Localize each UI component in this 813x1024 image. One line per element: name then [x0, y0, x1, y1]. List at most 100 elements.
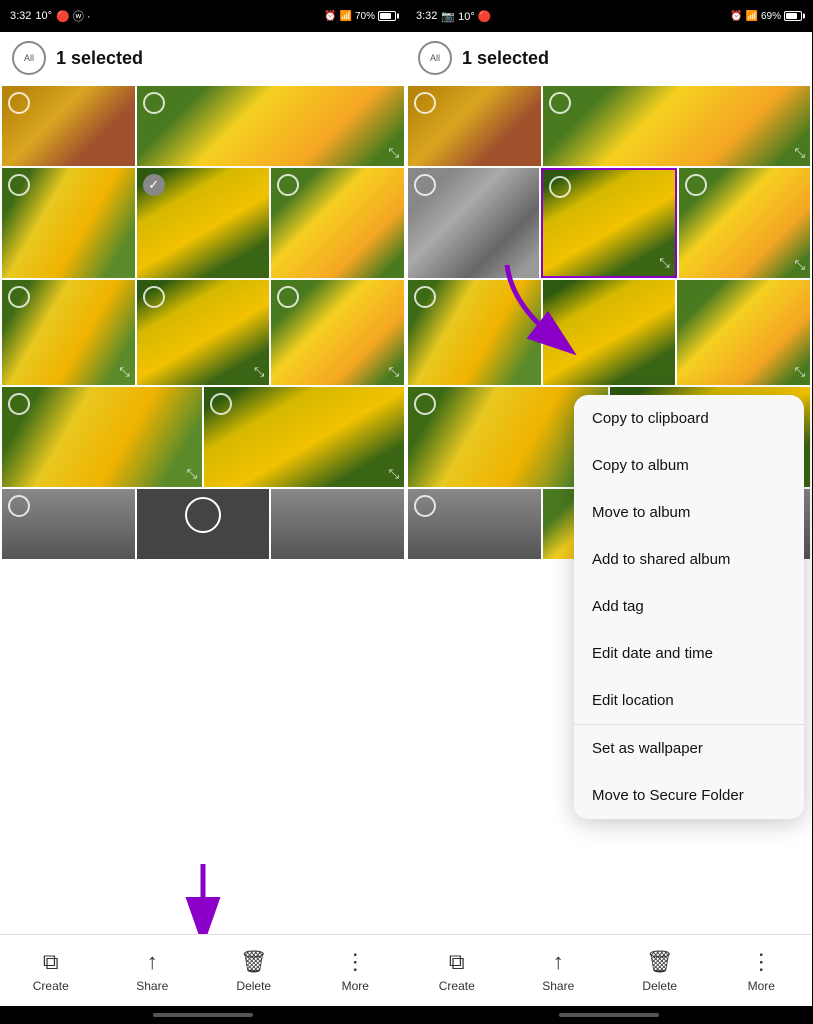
- photo-cell-3c[interactable]: ⤡: [271, 280, 404, 385]
- photo-cell-3b[interactable]: ⤡: [137, 280, 270, 385]
- bottom-nav-left: ⧉ Create ↑ Share 🗑 Delete ⋮ More: [0, 934, 406, 1006]
- menu-secure-folder[interactable]: Move to Secure Folder: [574, 772, 804, 819]
- select-2b[interactable]: ✓: [143, 174, 165, 196]
- select-2c[interactable]: [277, 174, 299, 196]
- selected-count-right: 1 selected: [462, 48, 549, 69]
- menu-copy-album[interactable]: Copy to album: [574, 442, 804, 489]
- menu-add-shared[interactable]: Add to shared album: [574, 536, 804, 583]
- delete-icon-right: 🗑: [646, 949, 674, 975]
- menu-move-album[interactable]: Move to album: [574, 489, 804, 536]
- wifi-icon-r: 📶: [746, 11, 758, 22]
- select-r2a[interactable]: [414, 174, 436, 196]
- time-right: 3:32: [416, 10, 437, 22]
- create-label-right: Create: [439, 979, 475, 993]
- nav-delete-right[interactable]: 🗑 Delete: [625, 949, 695, 993]
- photo-cell-r1b[interactable]: ⤡: [543, 86, 810, 166]
- menu-edit-location[interactable]: Edit location: [574, 677, 804, 724]
- select-r3a[interactable]: [414, 286, 436, 308]
- expand-4b: ⤡: [389, 466, 399, 482]
- battery-right: 69%: [761, 11, 781, 22]
- wifi-icon: 📶: [340, 11, 352, 22]
- nav-create-left[interactable]: ⧉ Create: [16, 949, 86, 993]
- select-3b[interactable]: [143, 286, 165, 308]
- share-icon-right: ↑: [553, 949, 564, 975]
- photo-cell-3a[interactable]: ⤡: [2, 280, 135, 385]
- right-panel: 3:32 📷 10° 🔴 ⏰ 📶 69% All 1 selected ⤡: [406, 0, 812, 1024]
- grid-row-3: ⤡ ⤡ ⤡: [2, 280, 404, 385]
- nav-share-left[interactable]: ↑ Share: [117, 949, 187, 993]
- select-r2c[interactable]: [685, 174, 707, 196]
- select-2a[interactable]: [8, 174, 30, 196]
- nav-delete-left[interactable]: 🗑 Delete: [219, 949, 289, 993]
- expand-r2c: ⤡: [795, 257, 805, 273]
- bottom-nav-right: ⧉ Create ↑ Share 🗑 Delete ⋮ More: [406, 934, 812, 1006]
- nav-create-right[interactable]: ⧉ Create: [422, 949, 492, 993]
- menu-copy-clipboard[interactable]: Copy to clipboard: [574, 395, 804, 442]
- create-icon-right: ⧉: [449, 949, 465, 975]
- photo-cell-5c[interactable]: [271, 489, 404, 559]
- photo-cell-5b[interactable]: [137, 489, 270, 559]
- delete-label-left: Delete: [236, 979, 271, 993]
- nav-more-left[interactable]: ⋮ More: [320, 949, 390, 993]
- select-4a[interactable]: [8, 393, 30, 415]
- more-label-left: More: [342, 979, 369, 993]
- photo-cell-2b[interactable]: ✓: [137, 168, 270, 278]
- photo-cell-r3a[interactable]: [408, 280, 541, 385]
- photo-cell-r2c[interactable]: ⤡: [679, 168, 810, 278]
- select-4b[interactable]: [210, 393, 232, 415]
- select-5b-circle[interactable]: [185, 497, 221, 533]
- delete-icon-left: 🗑: [240, 949, 268, 975]
- grid-row-1: ⤡: [2, 86, 404, 166]
- photo-cell-r1a[interactable]: [408, 86, 541, 166]
- photo-cell-2a[interactable]: [2, 168, 135, 278]
- select-r1a[interactable]: [414, 92, 436, 114]
- select-1b[interactable]: [143, 92, 165, 114]
- expand-3c: ⤡: [389, 364, 399, 380]
- notif-icons-right: 📷 10° 🔴: [441, 10, 491, 23]
- all-circle-right[interactable]: All: [418, 41, 452, 75]
- grid-row-r1: ⤡: [408, 86, 810, 166]
- menu-add-tag[interactable]: Add tag: [574, 583, 804, 630]
- select-r5a[interactable]: [414, 495, 436, 517]
- photo-cell-r2b[interactable]: ⤡: [541, 168, 676, 278]
- select-r1b[interactable]: [549, 92, 571, 114]
- expand-3b: ⤡: [254, 364, 264, 380]
- grid-row-5: [2, 489, 404, 559]
- temp-left: 10°: [35, 10, 52, 22]
- grid-row-2: ✓: [2, 168, 404, 278]
- expand-r1b: ⤡: [795, 145, 805, 161]
- top-bar-left: All 1 selected: [0, 32, 406, 84]
- photo-cell-1b[interactable]: ⤡: [137, 86, 404, 166]
- nav-more-right[interactable]: ⋮ More: [726, 949, 796, 993]
- alarm-icon: ⏰: [324, 11, 336, 22]
- battery-indicator-left: [378, 11, 396, 21]
- menu-set-wallpaper[interactable]: Set as wallpaper: [574, 725, 804, 772]
- home-indicator-left: [0, 1006, 406, 1024]
- photo-cell-4b[interactable]: ⤡: [204, 387, 404, 487]
- home-indicator-right: [406, 1006, 812, 1024]
- photo-cell-r2a[interactable]: [408, 168, 539, 278]
- expand-r2b: ⤡: [659, 255, 669, 271]
- select-3a[interactable]: [8, 286, 30, 308]
- select-3c[interactable]: [277, 286, 299, 308]
- photo-cell-4a[interactable]: ⤡: [2, 387, 202, 487]
- expand-3a: ⤡: [119, 364, 129, 380]
- nav-share-right[interactable]: ↑ Share: [523, 949, 593, 993]
- expand-r3c: ⤡: [795, 364, 805, 380]
- grid-row-4: ⤡ ⤡: [2, 387, 404, 487]
- photo-cell-r5a[interactable]: [408, 489, 541, 559]
- select-r4a[interactable]: [414, 393, 436, 415]
- alarm-icon-r: ⏰: [730, 11, 742, 22]
- photo-cell-5a[interactable]: [2, 489, 135, 559]
- select-1a[interactable]: [8, 92, 30, 114]
- select-5a[interactable]: [8, 495, 30, 517]
- photo-cell-r3c[interactable]: ⤡: [677, 280, 810, 385]
- photo-cell-1a[interactable]: [2, 86, 135, 166]
- status-bar-left: 3:32 10° 🔴 ⓦ · ⏰ 📶 70%: [0, 0, 406, 32]
- menu-edit-date[interactable]: Edit date and time: [574, 630, 804, 677]
- photo-cell-r3b[interactable]: [543, 280, 676, 385]
- photo-cell-2c[interactable]: [271, 168, 404, 278]
- all-circle-left[interactable]: All: [12, 41, 46, 75]
- expand-1b: ⤡: [389, 145, 399, 161]
- select-r2b[interactable]: [549, 176, 571, 198]
